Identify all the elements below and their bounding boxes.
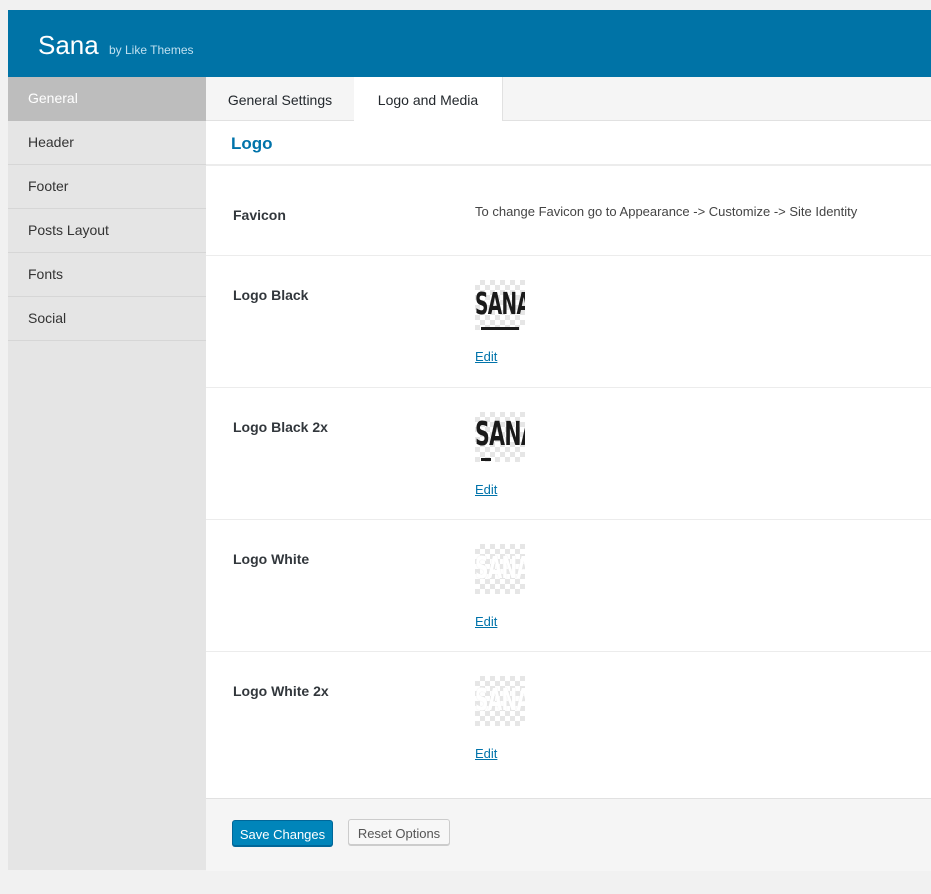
- field-row-logo-white-2x: Logo White 2x SANA Edit: [206, 652, 931, 798]
- section-title: Logo: [231, 134, 273, 153]
- logo-black-2x-label: Logo Black 2x: [233, 419, 328, 435]
- sidebar-item-general[interactable]: General: [8, 77, 206, 121]
- field-row-logo-white: Logo White SANA Edit: [206, 520, 931, 652]
- brand-title: Sana: [38, 30, 99, 60]
- logo-white-2x-thumbnail: SANA: [475, 676, 525, 726]
- logo-white-thumbnail: SANA: [475, 544, 525, 594]
- field-row-logo-black: Logo Black SANA Edit: [206, 256, 931, 388]
- field-row-logo-black-2x: Logo Black 2x SANA Edit: [206, 388, 931, 520]
- logo-black-thumbnail: SANA: [475, 280, 525, 330]
- logo-white-edit-link[interactable]: Edit: [475, 614, 497, 629]
- brand-subtitle: by Like Themes: [109, 43, 194, 57]
- main-content: General Settings Logo and Media Logo Fav…: [206, 77, 931, 871]
- reset-options-button[interactable]: Reset Options: [348, 819, 450, 845]
- sidebar-item-posts-layout[interactable]: Posts Layout: [8, 209, 206, 253]
- tab-logo-and-media[interactable]: Logo and Media: [354, 77, 503, 121]
- favicon-instructions: To change Favicon go to Appearance -> Cu…: [475, 204, 858, 219]
- sidebar-item-fonts[interactable]: Fonts: [8, 253, 206, 297]
- form-actions: Save Changes Reset Options: [206, 798, 931, 871]
- sidebar-item-header[interactable]: Header: [8, 121, 206, 165]
- tab-bar: General Settings Logo and Media: [206, 77, 931, 121]
- logo-black-2x-thumbnail: SANA: [475, 412, 525, 462]
- save-changes-button[interactable]: Save Changes: [232, 820, 333, 846]
- sidebar: General Header Footer Posts Layout Fonts…: [8, 77, 206, 870]
- logo-black-edit-link[interactable]: Edit: [475, 349, 497, 364]
- field-row-favicon: Favicon To change Favicon go to Appearan…: [206, 166, 931, 256]
- logo-white-2x-label: Logo White 2x: [233, 683, 329, 699]
- settings-panel: Sana by Like Themes General Header Foote…: [8, 10, 931, 871]
- logo-black-2x-edit-link[interactable]: Edit: [475, 482, 497, 497]
- logo-white-2x-edit-link[interactable]: Edit: [475, 746, 497, 761]
- sidebar-item-social[interactable]: Social: [8, 297, 206, 341]
- logo-white-label: Logo White: [233, 551, 310, 567]
- header-bar: Sana by Like Themes: [8, 10, 931, 77]
- logo-black-label: Logo Black: [233, 287, 309, 303]
- favicon-label: Favicon: [233, 207, 286, 223]
- sidebar-item-footer[interactable]: Footer: [8, 165, 206, 209]
- tab-general-settings[interactable]: General Settings: [206, 77, 355, 120]
